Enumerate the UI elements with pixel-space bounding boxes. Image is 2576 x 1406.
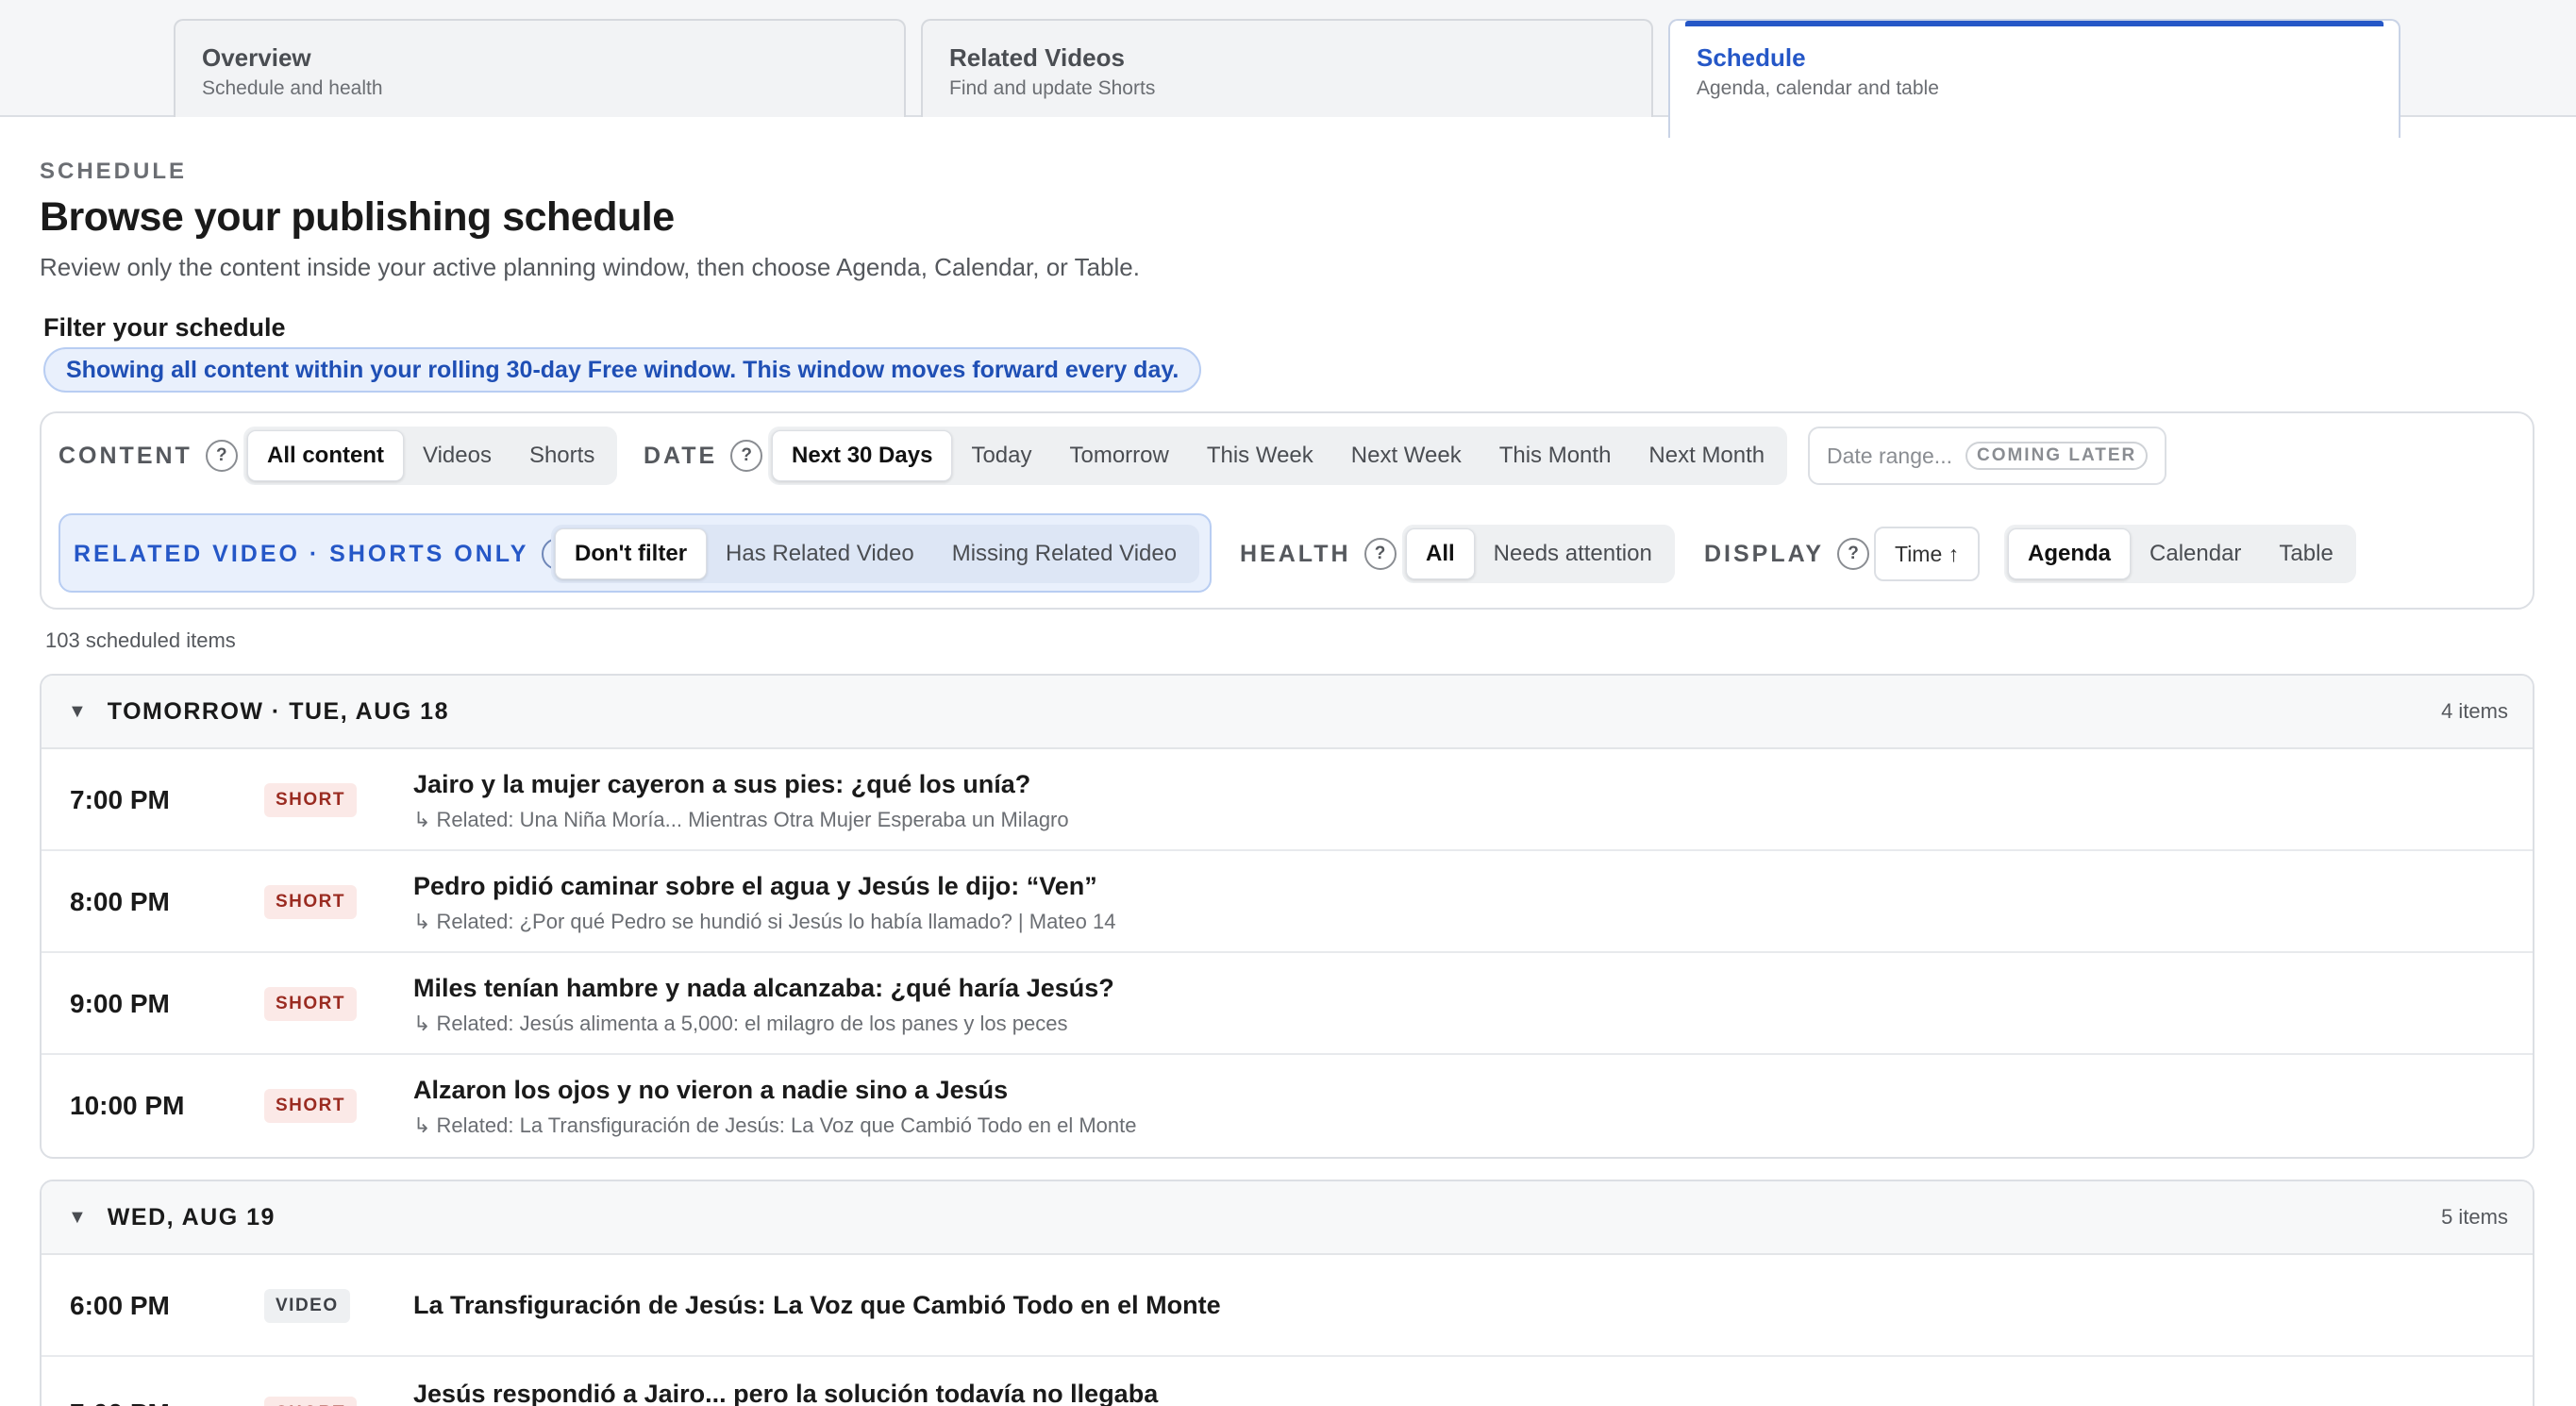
section-eyebrow: SCHEDULE [40,159,188,184]
short-badge: SHORT [264,987,357,1021]
row-title[interactable]: Miles tenían hambre y nada alcanzaba: ¿q… [413,974,1114,1003]
related-option-has-related[interactable]: Has Related Video [707,528,933,579]
date-option-this-month[interactable]: This Month [1480,430,1631,481]
row-time: 8:00 PM [70,887,170,916]
day-group-count: 4 items [2441,699,2508,723]
short-badge: SHORT [264,783,357,817]
date-option-next-week[interactable]: Next Week [1332,430,1480,481]
content-option-shorts[interactable]: Shorts [510,430,613,481]
date-option-tomorrow[interactable]: Tomorrow [1050,430,1187,481]
row-related-video: ↳ Related: Jesús alimenta a 5,000: el mi… [413,1012,1068,1035]
tab-schedule-title: Schedule [1697,43,1806,72]
tab-overview-title: Overview [202,43,311,72]
scheduled-items-count: 103 scheduled items [45,628,236,652]
content-segmented-control: All content Videos Shorts [243,427,618,485]
date-help-icon[interactable]: ? [730,440,763,472]
tab-related-videos[interactable]: Related Videos Find and update Shorts [921,19,1653,117]
row-related-video: ↳ Related: Una Niña Moría... Mientras Ot… [413,808,1069,831]
row-related-video: ↳ Related: La Transfiguración de Jesús: … [413,1113,1137,1137]
short-badge: SHORT [264,885,357,919]
row-title[interactable]: La Transfiguración de Jesús: La Voz que … [413,1291,1221,1320]
row-time: 10:00 PM [70,1091,185,1120]
day-group-count: 5 items [2441,1205,2508,1229]
short-badge: SHORT [264,1089,357,1123]
related-video-filter-label-text: RELATED VIDEO · SHORTS ONLY [74,540,529,567]
day-group-title: WED, AUG 19 [107,1203,276,1230]
content-option-all[interactable]: All content [247,430,404,481]
content-option-videos[interactable]: Videos [404,430,510,481]
row-time: 7:00 PM [70,1398,170,1406]
health-filter-label-text: HEALTH [1240,540,1351,567]
sort-time-button[interactable]: Time ↑ [1874,527,1981,581]
row-title[interactable]: Pedro pidió caminar sobre el agua y Jesú… [413,872,1097,901]
collapse-caret-icon[interactable]: ▼ [68,701,87,723]
row-title[interactable]: Alzaron los ojos y no vieron a nadie sin… [413,1076,1008,1105]
date-segmented-control: Next 30 Days Today Tomorrow This Week Ne… [768,427,1788,485]
related-option-dont-filter[interactable]: Don't filter [555,528,708,579]
row-title[interactable]: Jairo y la mujer cayeron a sus pies: ¿qu… [413,770,1030,799]
tab-schedule[interactable]: Schedule Agenda, calendar and table [1668,19,2400,138]
related-option-missing-related[interactable]: Missing Related Video [933,528,1196,579]
row-title[interactable]: Jesús respondió a Jairo... pero la soluc… [413,1380,1158,1406]
display-option-table[interactable]: Table [2260,528,2351,579]
tab-overview[interactable]: Overview Schedule and health [174,19,906,117]
content-help-icon[interactable]: ? [205,440,238,472]
health-option-all[interactable]: All [1406,528,1475,579]
related-video-filter-label: RELATED VIDEO · SHORTS ONLY ? [74,538,575,570]
schedule-row[interactable]: 7:00 PM SHORT Jairo y la mujer cayeron a… [42,749,2533,851]
display-filter-label-text: DISPLAY [1704,540,1825,567]
day-group-aug-18: ▼ TOMORROW · TUE, AUG 18 4 items 7:00 PM… [40,674,2534,1159]
page-subtitle: Review only the content inside your acti… [40,253,1140,281]
tab-related-videos-subtitle: Find and update Shorts [949,77,1156,99]
window-notice-banner: Showing all content within your rolling … [43,347,1202,393]
display-option-calendar[interactable]: Calendar [2131,528,2260,579]
page-title: Browse your publishing schedule [40,194,675,240]
date-range-placeholder: Date range... [1827,443,1952,468]
row-time: 7:00 PM [70,785,170,814]
health-option-needs-attention[interactable]: Needs attention [1475,528,1671,579]
video-badge: VIDEO [264,1289,350,1323]
day-group-header[interactable]: ▼ WED, AUG 19 5 items [42,1181,2533,1255]
schedule-row[interactable]: 7:00 PM SHORT Jesús respondió a Jairo...… [42,1357,2533,1406]
display-help-icon[interactable]: ? [1837,538,1870,570]
date-option-today[interactable]: Today [952,430,1050,481]
schedule-row[interactable]: 9:00 PM SHORT Miles tenían hambre y nada… [42,953,2533,1055]
health-filter-label: HEALTH ? [1240,538,1397,570]
day-group-title: TOMORROW · TUE, AUG 18 [107,697,449,725]
display-filter-label: DISPLAY ? [1704,538,1870,570]
content-filter-label: CONTENT ? [59,440,238,472]
date-option-next-30-days[interactable]: Next 30 Days [772,430,953,481]
schedule-row[interactable]: 10:00 PM SHORT Alzaron los ojos y no vie… [42,1055,2533,1157]
date-option-next-month[interactable]: Next Month [1630,430,1783,481]
display-option-agenda[interactable]: Agenda [2008,528,2132,579]
schedule-row[interactable]: 6:00 PM VIDEO La Transfiguración de Jesú… [42,1255,2533,1357]
schedule-row[interactable]: 8:00 PM SHORT Pedro pidió caminar sobre … [42,851,2533,953]
date-option-this-week[interactable]: This Week [1188,430,1332,481]
tab-overview-subtitle: Schedule and health [202,77,383,99]
related-video-segmented-control: Don't filter Has Related Video Missing R… [551,525,1200,583]
short-badge: SHORT [264,1397,357,1406]
day-group-aug-19: ▼ WED, AUG 19 5 items 6:00 PM VIDEO La T… [40,1180,2534,1406]
coming-later-badge: COMING LATER [1965,442,2149,470]
top-tab-bar: Overview Schedule and health Related Vid… [0,0,2576,138]
related-video-filter-overlay: RELATED VIDEO · SHORTS ONLY ? Don't filt… [59,513,1212,593]
tab-schedule-subtitle: Agenda, calendar and table [1697,77,1939,99]
row-related-video: ↳ Related: ¿Por qué Pedro se hundió si J… [413,910,1116,933]
health-segmented-control: All Needs attention [1402,525,1675,583]
collapse-caret-icon[interactable]: ▼ [68,1207,87,1229]
display-segmented-control: Agenda Calendar Table [2004,525,2356,583]
health-help-icon[interactable]: ? [1363,538,1397,570]
date-range-picker: Date range... COMING LATER [1808,427,2167,485]
day-group-header[interactable]: ▼ TOMORROW · TUE, AUG 18 4 items [42,676,2533,749]
filter-heading: Filter your schedule [43,313,286,342]
row-time: 9:00 PM [70,989,170,1018]
content-filter-label-text: CONTENT [59,442,192,469]
date-filter-label: DATE ? [644,440,763,472]
tab-related-videos-title: Related Videos [949,43,1125,72]
row-time: 6:00 PM [70,1291,170,1320]
date-filter-label-text: DATE [644,442,718,469]
